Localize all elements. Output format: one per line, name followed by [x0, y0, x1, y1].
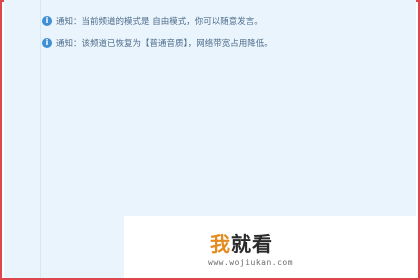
watermark-logo: 我就看 [210, 228, 273, 257]
panel-divider [40, 0, 41, 278]
info-icon: i [42, 16, 52, 26]
info-icon: i [42, 38, 52, 48]
watermark: 我就看 www.wojiukan.com [124, 216, 416, 278]
watermark-logo-accent: 我 [210, 232, 231, 256]
notice-item-mode: i 通知：当前频道的模式是 自由模式，你可以随意发言。 [42, 15, 263, 27]
watermark-url: www.wojiukan.com [208, 258, 294, 267]
notice-text: 通知：当前频道的模式是 自由模式，你可以随意发言。 [56, 17, 263, 27]
watermark-logo-text: 就看 [231, 232, 273, 256]
notice-item-audio-quality: i 通知：该频道已恢复为【普通音质】，网络带宽占用降低。 [42, 37, 273, 49]
notice-text: 通知：该频道已恢复为【普通音质】，网络带宽占用降低。 [56, 39, 273, 49]
